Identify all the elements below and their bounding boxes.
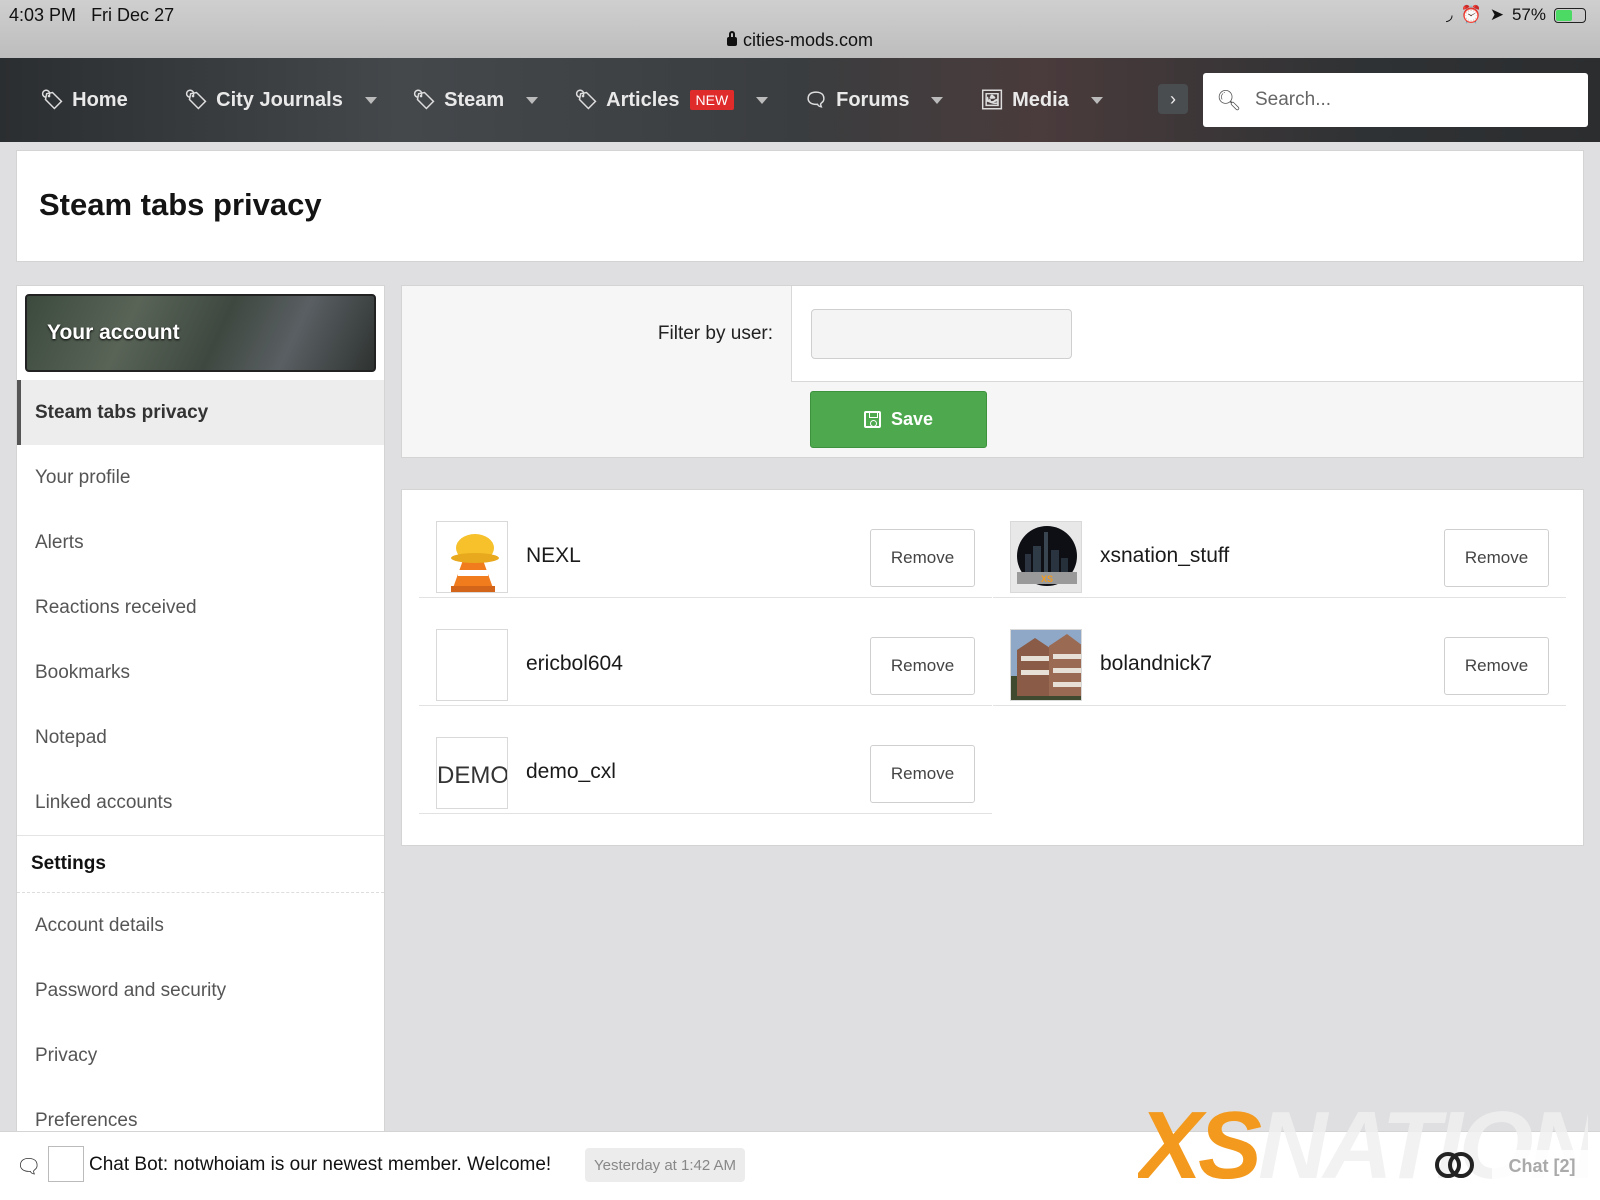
chat-avatar[interactable] — [48, 1146, 84, 1182]
sidebar-item-account-details[interactable]: Account details — [17, 893, 384, 958]
tag-icon: 🏷︎ — [574, 90, 599, 111]
sidebar-item-your-profile[interactable]: Your profile — [17, 445, 384, 510]
sidebar-item-notepad[interactable]: Notepad — [17, 705, 384, 770]
save-button[interactable]: Save — [810, 391, 987, 448]
remove-button[interactable]: Remove — [1444, 529, 1549, 587]
chevron-down-icon[interactable] — [1090, 96, 1103, 104]
list-item: NEXL Remove — [419, 490, 992, 598]
avatar[interactable]: DEMO — [436, 737, 508, 809]
filter-user-input[interactable] — [811, 309, 1072, 359]
status-bar: 4:03 PM Fri Dec 27 cities-mods.com ◞ ⏰ ➤… — [0, 0, 1600, 58]
filter-label-cell: Filter by user: — [402, 286, 792, 382]
avatar[interactable] — [1010, 629, 1082, 701]
avatar[interactable] — [436, 521, 508, 593]
chat-toggle-icon[interactable] — [1433, 1150, 1477, 1180]
tag-icon: 🏷︎ — [412, 90, 437, 111]
location-icon: ➤ — [1489, 5, 1504, 24]
new-badge: NEW — [689, 90, 735, 110]
image-icon: 🖼︎ — [980, 90, 1005, 111]
sidebar-item-privacy[interactable]: Privacy — [17, 1023, 384, 1088]
chevron-down-icon[interactable] — [364, 96, 377, 104]
battery-icon — [1554, 7, 1586, 23]
chevron-down-icon[interactable] — [526, 96, 539, 104]
battery-percent: 57% — [1511, 5, 1546, 24]
nav-home[interactable]: 🏷︎ Home — [40, 86, 128, 114]
search-input[interactable] — [1255, 89, 1555, 111]
user-name[interactable]: demo_cxl — [526, 760, 616, 784]
remove-button[interactable]: Remove — [870, 529, 975, 587]
save-icon — [863, 411, 881, 428]
sidebar-item-password-and-security[interactable]: Password and security — [17, 958, 384, 1023]
sidebar-item-bookmarks[interactable]: Bookmarks — [17, 640, 384, 705]
tag-icon: 🏷︎ — [184, 90, 209, 111]
sidebar-item-steam-tabs-privacy[interactable]: Steam tabs privacy — [17, 380, 384, 445]
account-sidebar: Your account Steam tabs privacy Your pro… — [16, 285, 385, 1135]
page-header: Steam tabs privacy — [16, 150, 1584, 262]
sidebar-item-linked-accounts[interactable]: Linked accounts — [17, 770, 384, 835]
chat-message: Chat Bot: notwhoiam is our newest member… — [89, 1154, 552, 1175]
status-icons: ◞ ⏰ ➤ 57% — [1446, 5, 1586, 25]
user-name[interactable]: xsnation_stuff — [1100, 544, 1229, 568]
filter-panel: Filter by user: Save — [401, 285, 1584, 458]
avatar[interactable]: XS — [1010, 521, 1082, 593]
nav-forums[interactable]: 🗨︎ Forums — [804, 86, 944, 114]
user-name[interactable]: ericbol604 — [526, 652, 623, 676]
apartment-building-photo — [1011, 630, 1081, 700]
list-item: XS xsnation_stuff Remove — [993, 490, 1566, 598]
demo-logo-text: DEMO — [437, 762, 508, 789]
wifi-icon: ◞ — [1445, 5, 1453, 24]
page-title: Steam tabs privacy — [39, 187, 322, 222]
search-icon: 🔍︎ — [1216, 89, 1242, 112]
nav-articles[interactable]: 🏷︎ Articles NEW — [574, 86, 769, 114]
alarm-icon: ⏰ — [1460, 5, 1482, 24]
blocked-users-panel: NEXL Remove XS xsnation_stuff Remove eri… — [401, 489, 1584, 846]
remove-button[interactable]: Remove — [870, 637, 975, 695]
chevron-right-icon: › — [1170, 88, 1176, 109]
your-account-header[interactable]: Your account — [25, 294, 376, 372]
chat-open-button[interactable]: Chat [2] — [1492, 1150, 1592, 1182]
url-bar[interactable]: cities-mods.com — [0, 30, 1600, 51]
search-box[interactable]: 🔍︎ — [1203, 73, 1588, 127]
list-item: bolandnick7 Remove — [993, 598, 1566, 706]
lock-icon — [726, 31, 737, 46]
svg-text:XS: XS — [1041, 574, 1053, 584]
chat-bubble-icon[interactable]: 🗨︎ — [16, 1154, 41, 1179]
avatar[interactable] — [436, 629, 508, 701]
sidebar-item-preferences[interactable]: Preferences — [17, 1088, 384, 1134]
tag-icon: 🏷︎ — [40, 90, 65, 111]
demo-logo: DEMO — [437, 738, 508, 808]
sidebar-item-reactions-received[interactable]: Reactions received — [17, 575, 384, 640]
nav-scroll-right-button[interactable]: › — [1158, 84, 1188, 114]
status-time: 4:03 PM Fri Dec 27 — [9, 5, 175, 25]
user-name[interactable]: bolandnick7 — [1100, 652, 1212, 676]
settings-heading: Settings — [17, 835, 384, 893]
remove-button[interactable]: Remove — [1444, 637, 1549, 695]
remove-button[interactable]: Remove — [870, 745, 975, 803]
comments-icon: 🗨︎ — [804, 90, 829, 111]
save-label: Save — [890, 409, 934, 429]
night-city-logo: XS — [1011, 522, 1081, 592]
sidebar-item-alerts[interactable]: Alerts — [17, 510, 384, 575]
filter-label: Filter by user: — [657, 323, 773, 344]
filter-row: Filter by user: — [402, 286, 1583, 382]
chevron-down-icon[interactable] — [756, 96, 769, 104]
chat-timestamp: Yesterday at 1:42 AM — [585, 1148, 746, 1182]
list-item: ericbol604 Remove — [419, 598, 992, 706]
logo-xs-text: XS — [1138, 1100, 1262, 1192]
nav-steam[interactable]: 🏷︎ Steam — [412, 86, 539, 114]
nav-media[interactable]: 🖼︎ Media — [980, 86, 1103, 114]
list-item: DEMO demo_cxl Remove — [419, 706, 992, 814]
user-name[interactable]: NEXL — [526, 544, 581, 568]
chevron-down-icon[interactable] — [931, 96, 944, 104]
nav-city-journals[interactable]: 🏷︎ City Journals — [184, 86, 377, 114]
construction-cone-icon — [437, 522, 507, 592]
